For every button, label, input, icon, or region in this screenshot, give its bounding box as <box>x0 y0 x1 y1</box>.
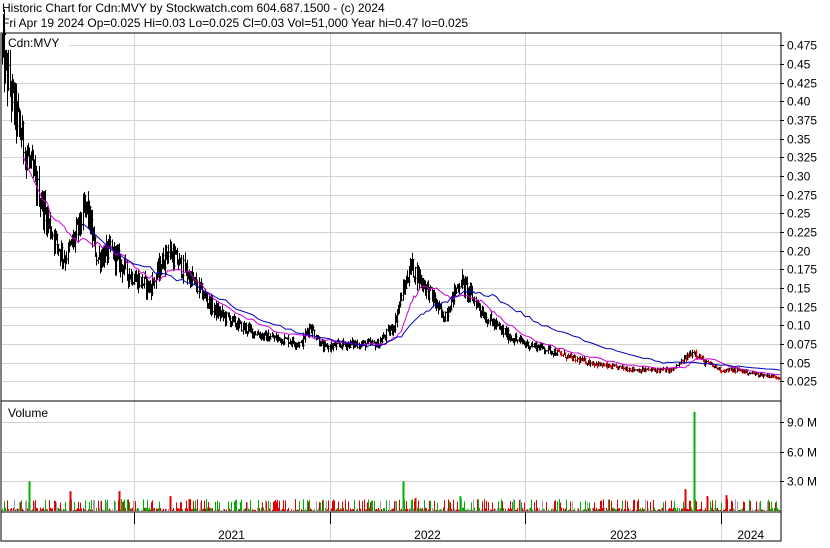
price-panel-frame <box>0 32 782 402</box>
price-tick-label: 0.075 <box>787 338 817 352</box>
price-tick-label: 0.45 <box>787 58 811 72</box>
price-tick-label: 0.275 <box>787 189 817 203</box>
price-tick-label: 0.20 <box>787 245 811 259</box>
price-tick-label: 0.05 <box>787 357 811 371</box>
volume-label: Volume <box>8 406 48 420</box>
price-tick-label: 0.425 <box>787 77 817 91</box>
price-tick-label: 0.325 <box>787 151 817 165</box>
price-tick-label: 0.40 <box>787 95 811 109</box>
volume-axis: 3.0 M 6.0 M 9.0 M <box>780 416 817 489</box>
price-tick-label: 0.375 <box>787 114 817 128</box>
volume-tick-label: 9.0 M <box>787 416 817 430</box>
price-tick-label: 0.175 <box>787 263 817 277</box>
time-axis: 2021 2022 2023 2024 <box>134 512 764 542</box>
grid <box>2 33 780 541</box>
price-tick-label: 0.025 <box>787 375 817 389</box>
short-moving-average-line <box>23 157 781 376</box>
price-tick-label: 0.30 <box>787 170 811 184</box>
volume-tick-label: 6.0 M <box>787 446 817 460</box>
year-label: 2023 <box>610 528 637 542</box>
price-tick-label: 0.10 <box>787 319 811 333</box>
price-tick-label: 0.475 <box>787 39 817 53</box>
price-tick-label: 0.225 <box>787 226 817 240</box>
price-tick-label: 0.25 <box>787 207 811 221</box>
price-tick-label: 0.125 <box>787 301 817 315</box>
volume-panel-frame <box>0 400 782 513</box>
stock-chart: Cdn:MVY Volume 0.0250.050.0750.100.1250.… <box>0 9 817 542</box>
price-axis: 0.025 0.05 0.075 0.10 0.125 0.15 0.175 0.20 0.22… <box>780 39 817 389</box>
price-bars <box>2 9 782 380</box>
year-label: 2024 <box>737 528 764 542</box>
price-tick-label: 0.35 <box>787 133 811 147</box>
price-tick-label: 0.15 <box>787 282 811 296</box>
time-axis-frame <box>0 511 782 542</box>
year-label: 2021 <box>218 528 245 542</box>
year-label: 2022 <box>414 528 441 542</box>
volume-tick-label: 3.0 M <box>787 475 817 489</box>
symbol-label: Cdn:MVY <box>8 36 59 50</box>
volume-bars <box>2 411 780 511</box>
